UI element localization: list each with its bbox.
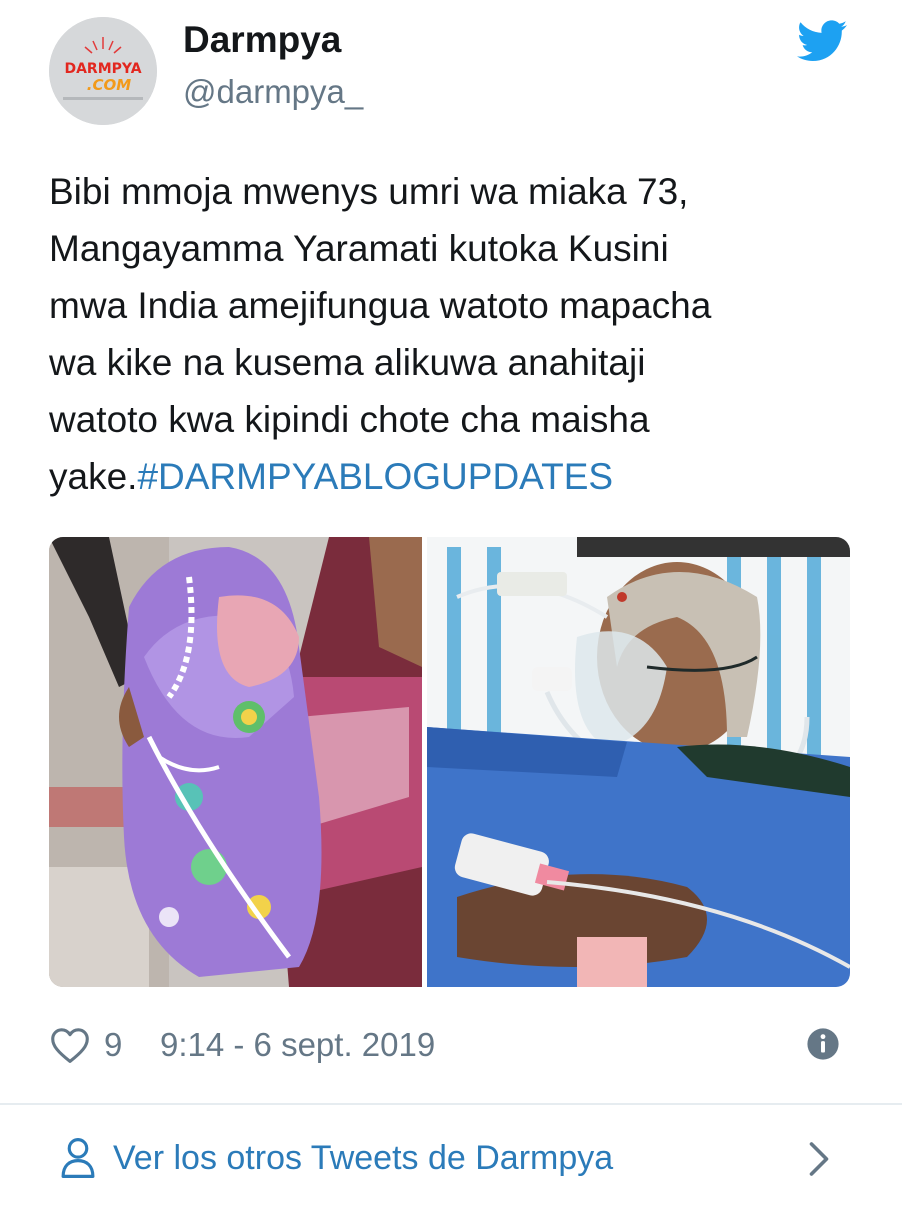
heart-icon[interactable] (49, 1026, 91, 1064)
twitter-bird-icon[interactable] (797, 20, 847, 62)
author-handle[interactable]: @darmpya_ (183, 72, 363, 112)
tweet-text: Bibi mmoja mwenys umri wa miaka 73, Mang… (49, 163, 849, 505)
svg-text:DARMPYA: DARMPYA (64, 61, 141, 77)
chevron-right-icon[interactable] (806, 1141, 832, 1177)
darmpya-logo: DARMPYA .COM (49, 17, 157, 125)
newborn-twins-photo[interactable] (49, 537, 422, 987)
hashtag-link[interactable]: #DARMPYABLOGUPDATES (137, 456, 613, 497)
mother-hospital-photo[interactable] (427, 537, 850, 987)
media-grid (49, 537, 850, 987)
timestamp[interactable]: 9:14 - 6 sept. 2019 (160, 1023, 435, 1067)
info-icon[interactable] (806, 1027, 840, 1061)
svg-text:.COM: .COM (87, 76, 131, 94)
avatar[interactable]: DARMPYA .COM (49, 17, 157, 125)
tweet-card: DARMPYA .COM Darmpya @darmpya_ Bibi mmoj… (0, 0, 902, 1212)
tweet-meta: 9 9:14 - 6 sept. 2019 (49, 1020, 850, 1070)
tweet-body: Bibi mmoja mwenys umri wa miaka 73, Mang… (49, 171, 712, 497)
more-tweets-label[interactable]: Ver los otros Tweets de Darmpya (113, 1136, 613, 1180)
like-count: 9 (104, 1026, 123, 1063)
person-icon (61, 1138, 95, 1178)
author-name[interactable]: Darmpya (183, 18, 341, 62)
more-tweets-link[interactable]: Ver los otros Tweets de Darmpya (0, 1105, 902, 1212)
